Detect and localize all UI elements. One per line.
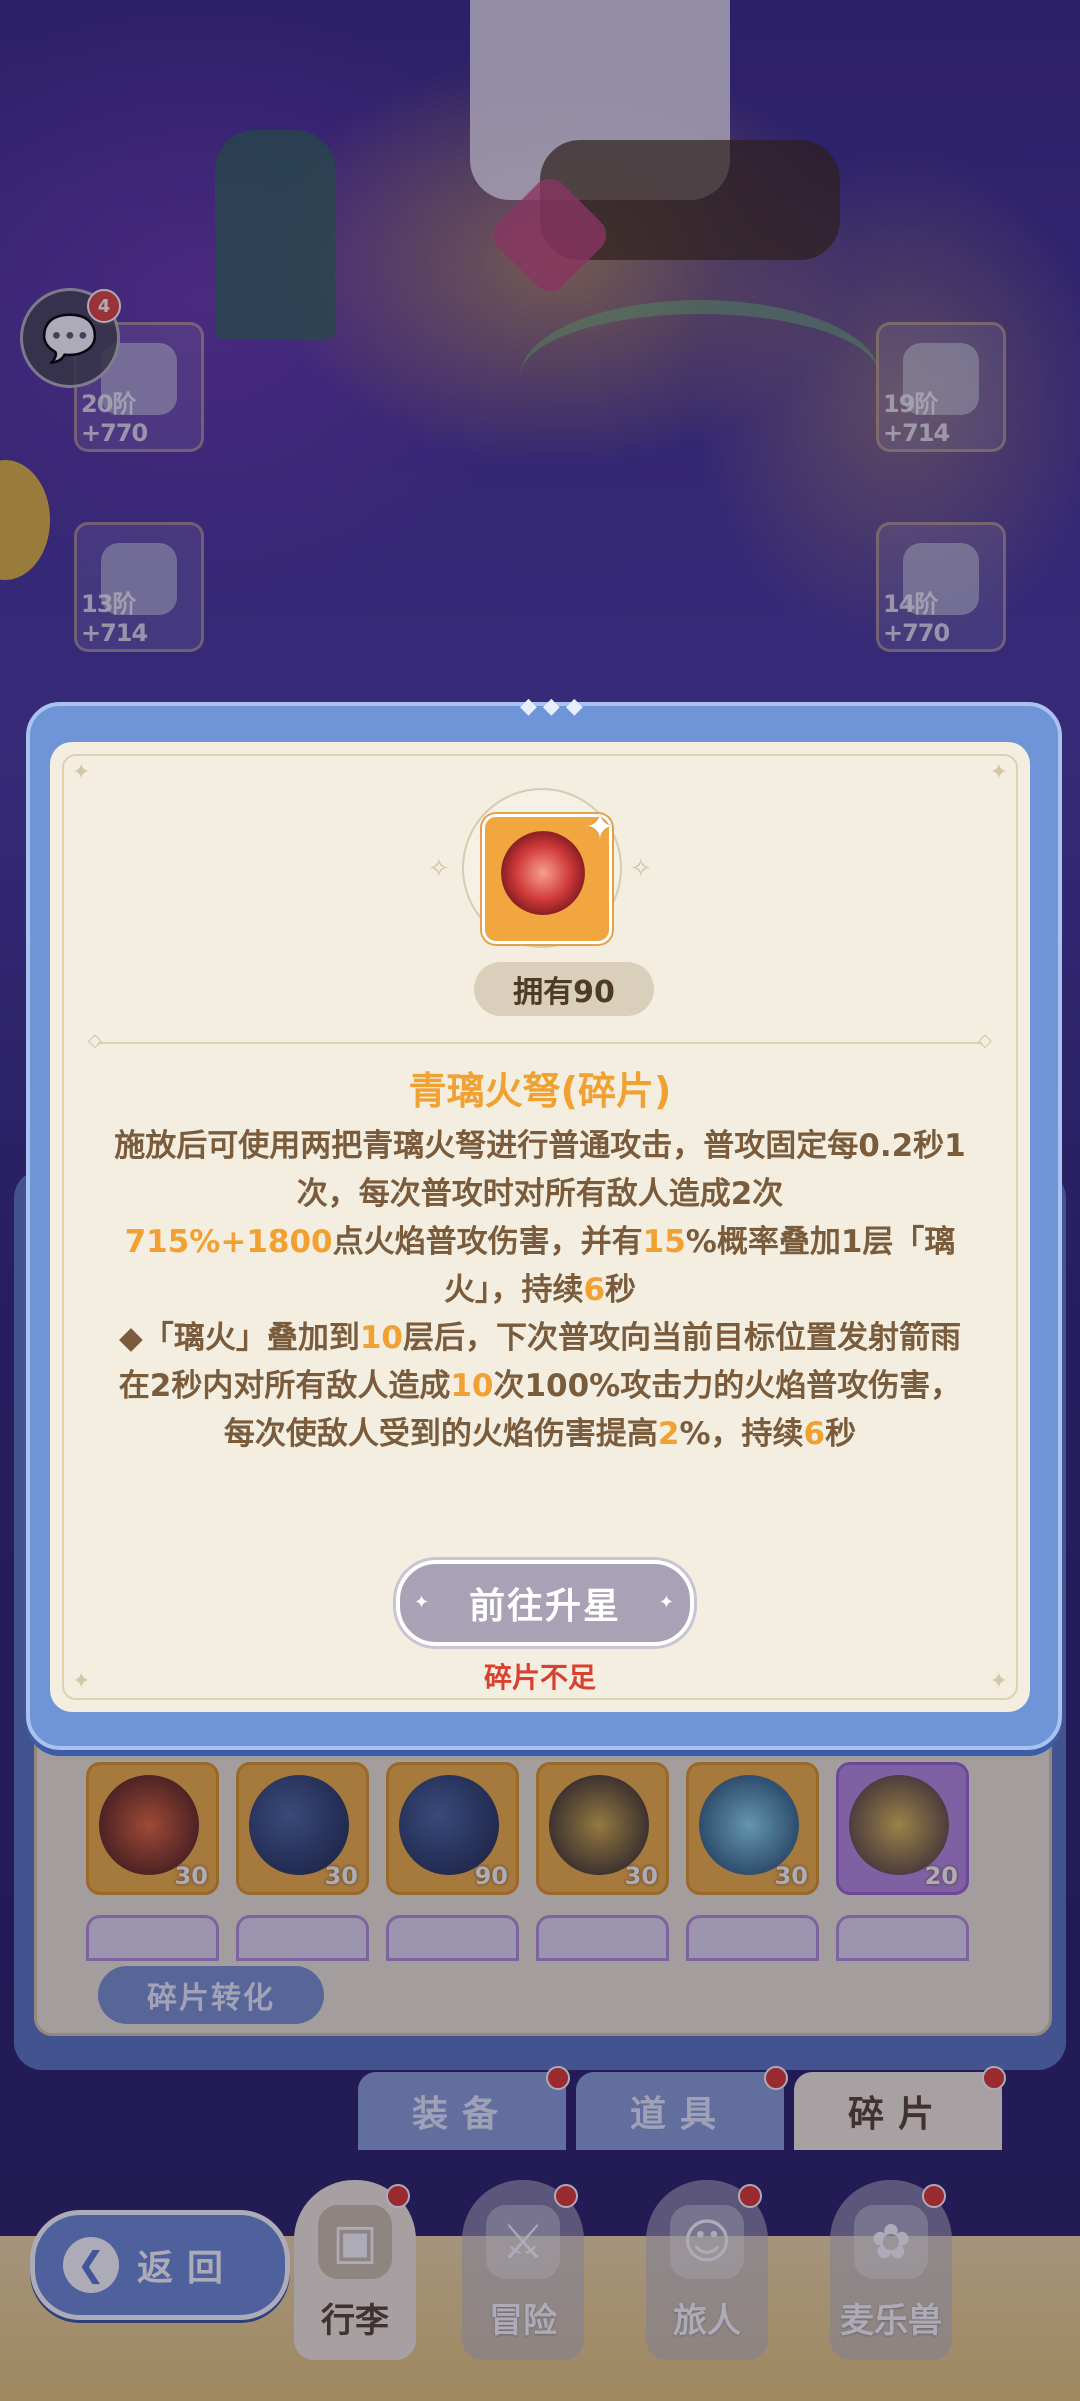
sparkle-icon: ✧ xyxy=(630,854,652,884)
item-title: 青璃火弩(碎片) xyxy=(408,1069,672,1113)
fire-crossbow-fragment-icon: ✦ xyxy=(482,807,615,944)
insufficient-fragments-warning: 碎片不足 xyxy=(483,1661,596,1694)
divider: ◇ ◇ xyxy=(88,1030,992,1051)
item-detail-modal: ◆◆◆ ✦ ✦ ✦ ✦ ✧ ✧ ✦ 拥有90 ◇ ◇ 青璃火弩(碎片) 施放后可… xyxy=(26,694,1062,1750)
corner-star-icon: ✦ xyxy=(72,760,91,785)
item-description: 施放后可使用两把青璃火弩进行普通攻击，普攻固定每0.2秒1次，每次普攻时对所有敌… xyxy=(106,1122,974,1458)
decor-diamonds-icon: ◆◆◆ xyxy=(520,694,589,719)
fragment-star-icon: ✦ xyxy=(584,807,615,848)
corner-star-icon: ✦ xyxy=(989,760,1008,785)
owned-count: 拥有90 xyxy=(474,962,654,1016)
description-paragraph-1: 施放后可使用两把青璃火弩进行普通攻击，普攻固定每0.2秒1次，每次普攻时对所有敌… xyxy=(114,1128,966,1308)
upgrade-button-label: 前往升星 xyxy=(468,1586,621,1627)
modal-card: ✦ ✦ ✦ ✦ ✧ ✧ ✦ 拥有90 ◇ ◇ 青璃火弩(碎片) 施放后可使用两把… xyxy=(50,742,1030,1712)
sparkle-icon: ✦ xyxy=(658,1592,676,1613)
description-paragraph-2: ◆「璃火」叠加到10层后，下次普攻向当前目标位置发射箭雨在2秒内对所有敌人造成1… xyxy=(118,1320,962,1452)
sparkle-icon: ✦ xyxy=(414,1592,432,1613)
crossbow-orb-icon xyxy=(501,831,585,915)
go-upgrade-star-button[interactable]: ✦ 前往升星 ✦ xyxy=(396,1560,694,1646)
sparkle-icon: ✧ xyxy=(428,854,450,884)
